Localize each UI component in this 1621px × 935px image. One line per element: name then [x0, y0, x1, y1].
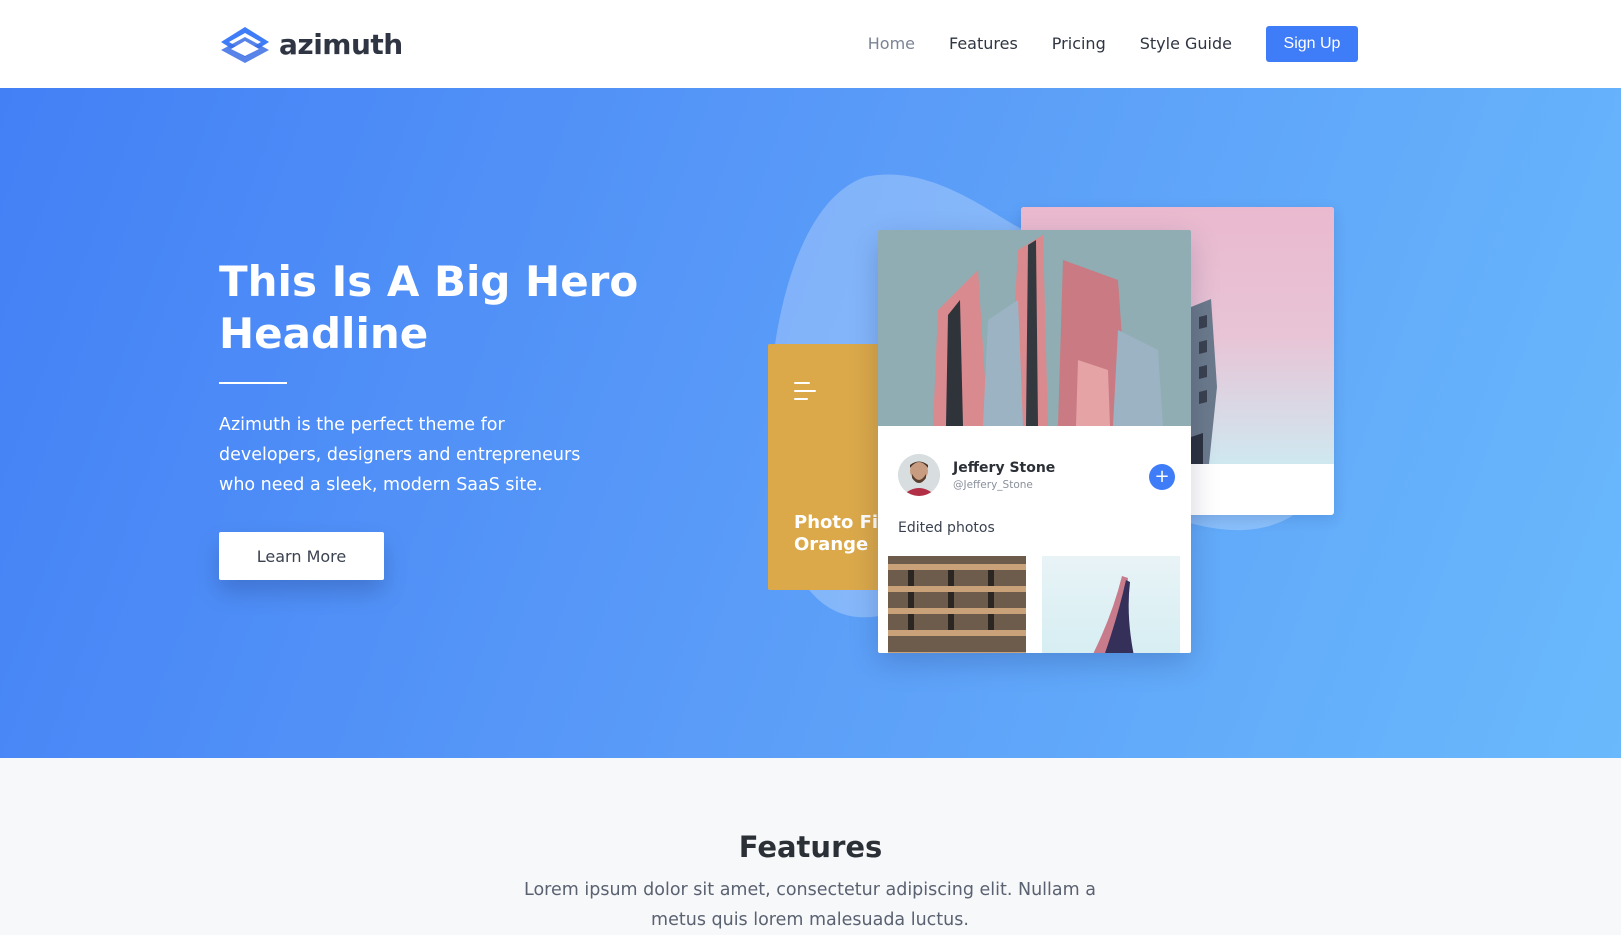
thumbnail-curved-building[interactable]	[1042, 556, 1180, 653]
top-navbar: azimuth Home Features Pricing Style Guid…	[0, 0, 1621, 88]
thumbnail-balconies[interactable]	[888, 556, 1026, 653]
curved-building-photo	[1093, 576, 1134, 653]
features-title: Features	[738, 830, 883, 864]
nav-link-home[interactable]: Home	[868, 26, 915, 62]
profile-card: Jeffery Stone @Jeffery_Stone + Edited ph…	[878, 230, 1191, 653]
photo-filter-card[interactable]: Photo Filter Orange	[768, 344, 888, 590]
azimuth-logo-icon	[221, 27, 269, 63]
avatar[interactable]	[898, 454, 940, 496]
brand-name: azimuth	[279, 27, 403, 61]
features-section: Features Lorem ipsum dolor sit amet, con…	[0, 758, 1621, 930]
signup-button[interactable]: Sign Up	[1266, 26, 1358, 62]
nav-link-style-guide[interactable]: Style Guide	[1140, 26, 1232, 62]
hero-subtitle: Azimuth is the perfect theme for develop…	[219, 415, 581, 495]
profile-name-block: Jeffery Stone @Jeffery_Stone	[953, 460, 1055, 491]
features-subtitle: Lorem ipsum dolor sit amet, consectetur …	[524, 880, 1096, 930]
nav-link-pricing[interactable]: Pricing	[1052, 26, 1106, 62]
menu-lines-icon	[794, 382, 816, 406]
photo-filter-label: Photo Filter Orange	[794, 512, 888, 556]
hero-divider	[219, 382, 287, 384]
profile-handle: @Jeffery_Stone	[953, 478, 1033, 491]
photo-filter-text: Photo Filter Orange	[794, 512, 888, 555]
profile-name: Jeffery Stone	[953, 459, 1056, 476]
architecture-photo	[878, 230, 1191, 426]
edited-photos-label: Edited photos	[898, 520, 995, 536]
brand-logo[interactable]: azimuth	[219, 25, 403, 63]
profile-cover-photo	[878, 230, 1191, 426]
hero-headline: This Is A Big Hero Headline	[219, 257, 639, 358]
nav-link-features[interactable]: Features	[949, 26, 1018, 62]
hero-section: This Is A Big Hero Headline Azimuth is t…	[0, 88, 1621, 758]
learn-more-button[interactable]: Learn More	[219, 532, 384, 580]
balconies-photo	[888, 556, 1026, 653]
hero-text-block: This Is A Big Hero Headline Azimuth is t…	[219, 256, 639, 580]
nav-links: Home Features Pricing Style Guide Sign U…	[868, 26, 1358, 62]
plus-icon[interactable]: +	[1149, 464, 1175, 490]
profile-header: Jeffery Stone @Jeffery_Stone	[898, 454, 1055, 496]
avatar-image	[898, 454, 940, 496]
